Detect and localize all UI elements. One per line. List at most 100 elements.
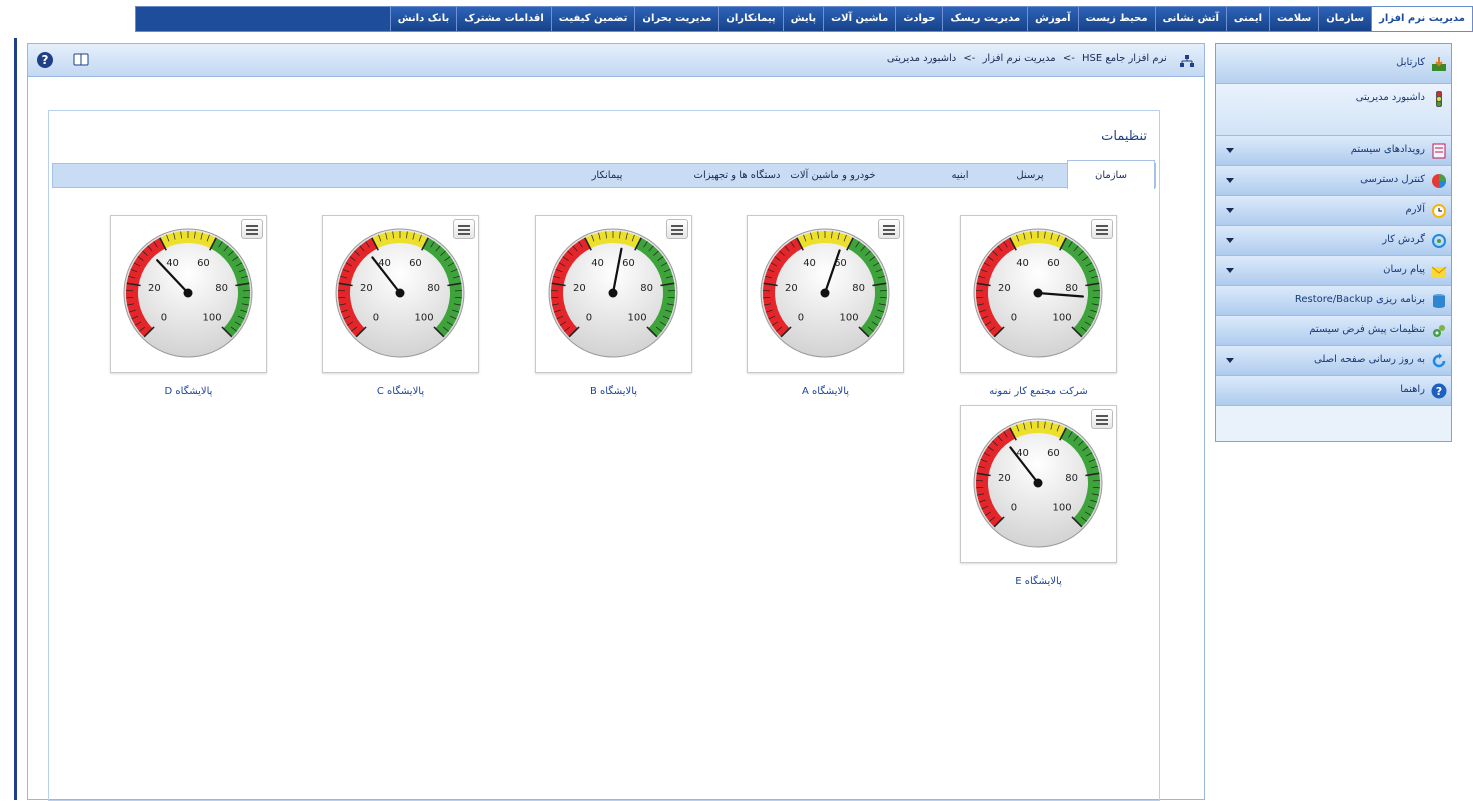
sidebar-item[interactable]: کنترل دسترسی xyxy=(1216,166,1451,196)
sidebar-item[interactable]: داشبورد مدیریتی xyxy=(1216,84,1451,136)
sidebar-item[interactable]: برنامه ریزی Restore/Backup xyxy=(1216,286,1451,316)
gauge-tick-label: 0 xyxy=(161,313,167,324)
top-menu-item[interactable]: مدیریت بحران xyxy=(634,7,718,31)
gauge-card: 020406080100 xyxy=(747,215,904,373)
gauge-tick-label: 60 xyxy=(622,258,635,269)
tab-bar: سازمانپرسنلابنیهخودرو و ماشین آلاتدستگاه… xyxy=(52,163,1156,188)
gauge-label[interactable]: پالایشگاه C xyxy=(322,386,479,397)
sidebar-item[interactable]: به روز رسانی صفحه اصلی xyxy=(1216,346,1451,376)
sidebar-item[interactable]: کارتابل xyxy=(1216,44,1451,84)
gauge-dial: 020406080100 xyxy=(536,216,691,372)
svg-text:?: ? xyxy=(1436,385,1442,398)
tree-icon xyxy=(1180,55,1194,67)
gauge-tick-label: 80 xyxy=(1065,473,1078,484)
gauge-tick-label: 60 xyxy=(1047,448,1060,459)
gauge-dial: 020406080100 xyxy=(961,216,1116,372)
gauge-tick-label: 20 xyxy=(998,473,1011,484)
chevron-down-icon[interactable] xyxy=(1226,268,1234,273)
gauge-menu-button[interactable] xyxy=(1091,409,1113,429)
chevron-down-icon[interactable] xyxy=(1226,238,1234,243)
gauge-tick-label: 80 xyxy=(427,283,440,294)
gauge-tick-label: 80 xyxy=(640,283,653,294)
top-menu-item[interactable]: پایش xyxy=(783,7,823,31)
top-menu-item[interactable]: سازمان xyxy=(1318,7,1371,31)
gauge-card: 020406080100 xyxy=(322,215,479,373)
breadcrumb-page: داشبورد مدیریتی xyxy=(887,53,956,64)
gauge-tick-label: 20 xyxy=(148,283,161,294)
gauge-tick-label: 100 xyxy=(202,313,221,324)
top-menu-item[interactable]: تضمین کیفیت xyxy=(551,7,635,31)
sidebar-item[interactable]: رویدادهای سیستم xyxy=(1216,136,1451,166)
gauge-label[interactable]: پالایشگاه A xyxy=(747,386,904,397)
chevron-down-icon[interactable] xyxy=(1226,208,1234,213)
tab[interactable]: سازمان xyxy=(1067,160,1155,189)
top-menu-item[interactable]: ماشین آلات xyxy=(823,7,895,31)
book-icon[interactable] xyxy=(73,53,89,66)
gauge-hub xyxy=(184,289,193,298)
gauge-card: 020406080100 xyxy=(960,405,1117,563)
chevron-down-icon[interactable] xyxy=(1226,148,1234,153)
top-nav: مدیریت نرم افزارسازمانسلامتایمنیآتش نشان… xyxy=(135,6,1473,32)
sidebar-item[interactable]: پیام رسان xyxy=(1216,256,1451,286)
help-icon[interactable]: ? xyxy=(37,52,53,68)
top-menu-item[interactable]: آتش نشانی xyxy=(1155,7,1226,31)
sidebar-item[interactable]: تنظیمات پیش فرض سیستم xyxy=(1216,316,1451,346)
top-menu-item[interactable]: مدیریت ریسک xyxy=(942,7,1027,31)
gauge-label[interactable]: شرکت مجتمع کار نمونه xyxy=(960,386,1117,397)
gauge-card: 020406080100 xyxy=(960,215,1117,373)
sidebar-item-label: تنظیمات پیش فرض سیستم xyxy=(1309,324,1425,335)
gauge-menu-button[interactable] xyxy=(1091,219,1113,239)
hamburger-icon xyxy=(883,229,895,231)
top-menu-item[interactable]: پیمانکاران xyxy=(718,7,782,31)
gauge-menu-button[interactable] xyxy=(878,219,900,239)
tab[interactable]: پیمانکار xyxy=(552,164,662,187)
breadcrumb-root[interactable]: نرم افزار جامع HSE xyxy=(1082,53,1167,64)
gauge-tick-label: 0 xyxy=(373,313,379,324)
sidebar-item[interactable]: آلارم xyxy=(1216,196,1451,226)
breadcrumb: نرم افزار جامع HSE -> مدیریت نرم افزار -… xyxy=(883,53,1192,64)
refresh-icon xyxy=(1431,353,1447,369)
top-menu-item[interactable]: محیط زیست xyxy=(1078,7,1155,31)
gauge-tick-label: 0 xyxy=(586,313,592,324)
chevron-down-icon[interactable] xyxy=(1226,358,1234,363)
tab[interactable]: ابنیه xyxy=(928,164,992,187)
top-menu-item[interactable]: آموزش xyxy=(1027,7,1077,31)
breadcrumb-separator: -> xyxy=(963,53,975,64)
hamburger-icon xyxy=(1096,229,1108,231)
gauge-hub xyxy=(1034,479,1043,488)
gauge-label[interactable]: پالایشگاه D xyxy=(110,386,267,397)
sidebar-item-label: گردش کار xyxy=(1382,234,1425,245)
top-menu-item[interactable]: مدیریت نرم افزار xyxy=(1371,7,1472,31)
hamburger-icon xyxy=(458,233,470,235)
gauge-label[interactable]: پالایشگاه B xyxy=(535,386,692,397)
tab[interactable]: دستگاه ها و تجهیزات xyxy=(662,164,812,187)
top-menu-item[interactable]: اقدامات مشترک xyxy=(456,7,551,31)
gauge-menu-button[interactable] xyxy=(241,219,263,239)
sidebar-item-label: به روز رسانی صفحه اصلی xyxy=(1314,354,1425,365)
gauge-tick-label: 100 xyxy=(1052,313,1071,324)
top-menu-item[interactable]: سلامت xyxy=(1269,7,1318,31)
sidebar-item-label: آلارم xyxy=(1405,204,1425,215)
gauge-menu-button[interactable] xyxy=(453,219,475,239)
gauge-card: 020406080100 xyxy=(535,215,692,373)
chevron-down-icon[interactable] xyxy=(1226,178,1234,183)
gauge-tick-label: 60 xyxy=(1047,258,1060,269)
gauge-dial: 020406080100 xyxy=(111,216,266,372)
gauge-label[interactable]: پالایشگاه E xyxy=(960,576,1117,587)
top-menu-item[interactable]: ایمنی xyxy=(1226,7,1269,31)
sidebar-item-label: کارتابل xyxy=(1396,57,1425,68)
sidebar-item[interactable]: گردش کار xyxy=(1216,226,1451,256)
sidebar-item-label: راهنما xyxy=(1400,384,1425,395)
sidebar-item[interactable]: ? راهنما xyxy=(1216,376,1451,406)
help-icon: ? xyxy=(1431,383,1447,399)
gauge-hub xyxy=(1034,289,1043,298)
gauge-hub xyxy=(609,289,618,298)
gauge-tick-label: 100 xyxy=(1052,503,1071,514)
top-menu-item[interactable]: بانک دانش xyxy=(390,7,456,31)
breadcrumb-section[interactable]: مدیریت نرم افزار xyxy=(983,53,1056,64)
top-menu-item[interactable]: حوادث xyxy=(895,7,942,31)
gauge-menu-button[interactable] xyxy=(666,219,688,239)
gauge-tick-label: 100 xyxy=(414,313,433,324)
tab[interactable]: پرسنل xyxy=(995,164,1065,187)
sidebar-item-label: کنترل دسترسی xyxy=(1360,174,1425,185)
